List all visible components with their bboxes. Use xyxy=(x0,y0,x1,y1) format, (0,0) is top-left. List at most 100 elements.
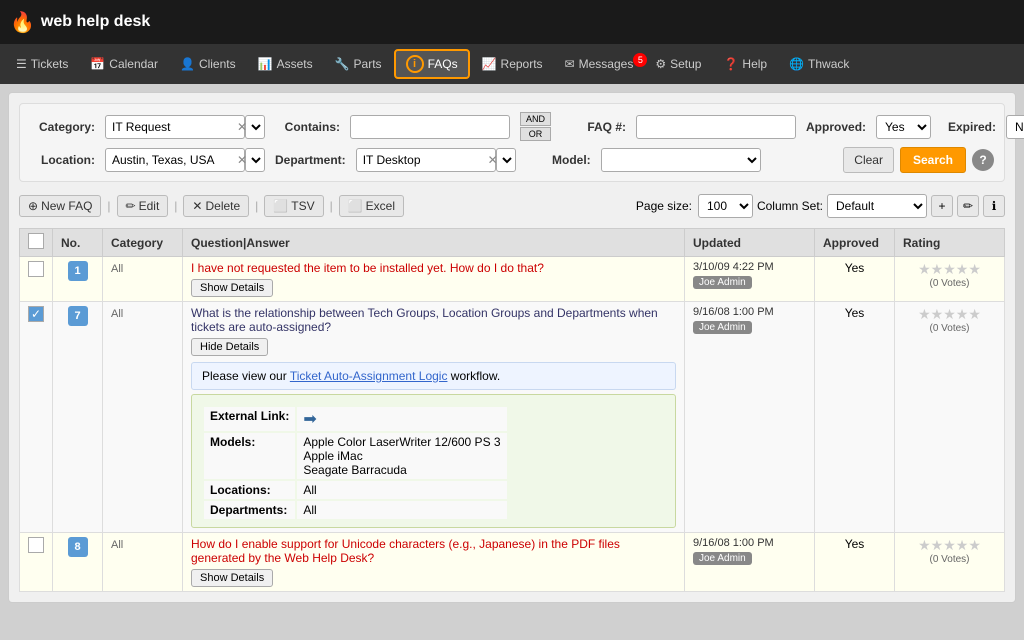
models-label: Models: xyxy=(204,433,295,479)
nav-parts[interactable]: 🔧 Parts xyxy=(325,53,392,75)
location-input[interactable] xyxy=(105,148,245,172)
or-button[interactable]: OR xyxy=(520,127,551,141)
department-clear-icon[interactable]: ✕ xyxy=(488,153,498,167)
nav-clients[interactable]: 👤 Clients xyxy=(170,53,246,75)
nav-thwack[interactable]: 🌐 Thwack xyxy=(779,53,859,75)
row-1-rating: ★★★★★ (0 Votes) xyxy=(895,257,1005,302)
location-select[interactable]: ▼ xyxy=(245,148,265,172)
contains-input[interactable] xyxy=(350,115,510,139)
nav-tickets-label: Tickets xyxy=(31,57,69,71)
category-input[interactable] xyxy=(105,115,245,139)
row-8-show-details-button[interactable]: Show Details xyxy=(191,569,273,587)
sep-1: | xyxy=(105,199,112,213)
external-link-icon[interactable]: ➡ xyxy=(303,411,316,428)
filter-row-2: Location: ✕ ▼ Department: ✕ ▼ Model: Cle… xyxy=(30,147,994,173)
nav-assets[interactable]: 📊 Assets xyxy=(248,53,323,75)
table-row: ✓ 7 All What is the relationship between… xyxy=(20,302,1005,533)
edit-button[interactable]: ✏ Edit xyxy=(117,195,169,217)
filter-help-button[interactable]: ? xyxy=(972,149,994,171)
row-1-cat-tag: All xyxy=(111,263,123,275)
nav-reports[interactable]: 📈 Reports xyxy=(472,53,553,75)
filter-section: Category: ✕ ▼ Contains: AND OR FAQ #: Ap… xyxy=(19,103,1005,182)
main-nav: ☰ Tickets 📅 Calendar 👤 Clients 📊 Assets … xyxy=(0,44,1024,84)
logo: 🔥 web help desk xyxy=(10,10,150,35)
header-checkbox xyxy=(20,229,53,257)
nav-faqs[interactable]: i FAQs xyxy=(394,49,470,79)
tsv-button[interactable]: ⬜ TSV xyxy=(264,195,323,217)
faqs-icon: i xyxy=(406,55,424,73)
row-7-hide-details-button[interactable]: Hide Details xyxy=(191,338,268,356)
thwack-icon: 🌐 xyxy=(789,57,804,71)
logo-icon: 🔥 xyxy=(10,10,35,35)
approved-label: Approved: xyxy=(806,120,866,134)
row-1-approved: Yes xyxy=(815,257,895,302)
row-1-admin: Joe Admin xyxy=(693,276,752,289)
page-size-select[interactable]: 1005025 xyxy=(698,194,753,218)
select-all-checkbox[interactable] xyxy=(28,233,44,249)
row-7-detail-table: External Link: ➡ Models: Apple Color Las… xyxy=(202,405,509,521)
category-clear-icon[interactable]: ✕ xyxy=(237,120,247,134)
new-faq-label: New FAQ xyxy=(41,199,92,213)
row-7-checkbox[interactable]: ✓ xyxy=(28,306,44,322)
expired-select[interactable]: NoYesBoth xyxy=(1006,115,1024,139)
row-8-category: All xyxy=(103,533,183,592)
edit-col-button[interactable]: ✏ xyxy=(957,195,979,217)
reports-icon: 📈 xyxy=(482,57,497,71)
search-button[interactable]: Search xyxy=(900,147,966,173)
row-8-approved: Yes xyxy=(815,533,895,592)
clear-button[interactable]: Clear xyxy=(843,147,894,173)
row-8-updated: 9/16/08 1:00 PM Joe Admin xyxy=(685,533,815,592)
nav-tickets[interactable]: ☰ Tickets xyxy=(6,53,78,75)
department-input[interactable] xyxy=(356,148,496,172)
row-1-checkbox[interactable] xyxy=(28,261,44,277)
excel-button[interactable]: ⬜ Excel xyxy=(339,195,404,217)
sep-3: | xyxy=(253,199,260,213)
row-7-votes: (0 Votes) xyxy=(903,323,996,334)
clients-icon: 👤 xyxy=(180,57,195,71)
row-7-cat-tag: All xyxy=(111,308,123,320)
row-8-checkbox[interactable] xyxy=(28,537,44,553)
info-col-button[interactable]: ℹ xyxy=(983,195,1005,217)
row-8-rating: ★★★★★ (0 Votes) xyxy=(895,533,1005,592)
delete-button[interactable]: ✕ Delete xyxy=(183,195,249,217)
row-7-detail-text: Please view our Ticket Auto-Assignment L… xyxy=(202,369,665,383)
messages-icon: ✉ xyxy=(565,57,575,71)
new-faq-button[interactable]: ⊕ New FAQ xyxy=(19,195,101,217)
row-7-admin: Joe Admin xyxy=(693,321,752,334)
category-select[interactable]: ▼ xyxy=(245,115,265,139)
nav-help[interactable]: ❓ Help xyxy=(713,53,777,75)
and-or-toggle: AND OR xyxy=(520,112,551,141)
content-area: Category: ✕ ▼ Contains: AND OR FAQ #: Ap… xyxy=(8,92,1016,603)
top-bar: 🔥 web help desk xyxy=(0,0,1024,44)
header-rating: Rating xyxy=(895,229,1005,257)
col-set-wrap: Column Set: Default + ✏ ℹ xyxy=(757,194,1005,218)
location-clear-icon[interactable]: ✕ xyxy=(237,153,247,167)
row-8-stars: ★★★★★ xyxy=(903,537,996,554)
department-select[interactable]: ▼ xyxy=(496,148,516,172)
detail-row-models: Models: Apple Color LaserWriter 12/600 P… xyxy=(204,433,507,479)
assets-icon: 📊 xyxy=(258,57,273,71)
and-button[interactable]: AND xyxy=(520,112,551,126)
row-7-num: 7 xyxy=(53,302,103,533)
logo-text: web help desk xyxy=(41,13,150,31)
setup-icon: ⚙ xyxy=(655,57,666,71)
tsv-label: TSV xyxy=(291,199,314,213)
row-1-show-details-button[interactable]: Show Details xyxy=(191,279,273,297)
nav-messages[interactable]: ✉ Messages 5 xyxy=(555,53,644,75)
nav-calendar[interactable]: 📅 Calendar xyxy=(80,53,168,75)
approved-select[interactable]: YesNoBoth xyxy=(876,115,931,139)
row-7-checkbox-cell: ✓ xyxy=(20,302,53,533)
expired-label: Expired: xyxy=(941,120,996,134)
nav-assets-label: Assets xyxy=(277,57,313,71)
nav-setup[interactable]: ⚙ Setup xyxy=(645,53,711,75)
model-select[interactable] xyxy=(601,148,761,172)
locations-label: Locations: xyxy=(204,481,295,499)
departments-label: Departments: xyxy=(204,501,295,519)
faq-num-input[interactable] xyxy=(636,115,796,139)
col-set-select[interactable]: Default xyxy=(827,194,927,218)
nav-messages-label: Messages xyxy=(579,57,634,71)
add-col-button[interactable]: + xyxy=(931,195,953,217)
auto-assign-link[interactable]: Ticket Auto-Assignment Logic xyxy=(290,369,448,383)
contains-label: Contains: xyxy=(275,120,340,134)
location-label: Location: xyxy=(30,153,95,167)
